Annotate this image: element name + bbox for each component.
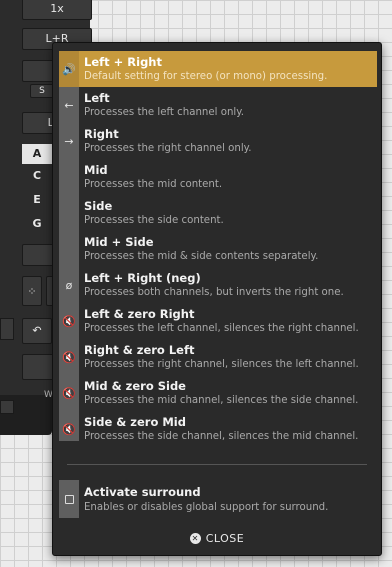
menu-item-title: Mid & zero Side: [84, 379, 186, 393]
menu-item-title: Left: [84, 91, 110, 105]
menu-item-desc: Processes the left channel only.: [84, 107, 245, 118]
menu-item-desc: Processes the left channel, silences the…: [84, 323, 359, 334]
menu-item-icon-slot: [59, 231, 79, 267]
menu-item-title: Mid + Side: [84, 235, 154, 249]
menu-item-title: Mid: [84, 163, 108, 177]
mute-icon: 🔇: [62, 350, 76, 364]
channel-mode-menu: 🔊 Left + Right Default setting for stereo …: [52, 42, 382, 556]
menu-item-desc: Processes the right channel only.: [84, 143, 252, 154]
mute-icon: 🔇: [62, 314, 76, 328]
checkbox-icon[interactable]: [59, 480, 79, 518]
menu-item[interactable]: Mid Processes the mid content.: [59, 159, 377, 195]
menu-item-desc: Processes the side channel, silences the…: [84, 431, 359, 442]
close-button[interactable]: ✕ CLOSE: [53, 527, 381, 549]
menu-item[interactable]: 🔊 Left + Right Default setting for stereo …: [59, 51, 377, 87]
mute-icon: 🔇: [62, 386, 76, 400]
menu-item[interactable]: 🔇 Side & zero Mid Processes the side chann…: [59, 411, 377, 447]
activate-surround-option[interactable]: Activate surround Enables or disables gl…: [59, 480, 377, 518]
menu-item-desc: Processes the mid channel, silences the …: [84, 395, 359, 406]
menu-item[interactable]: 🔇 Right & zero Left Processes the right ch…: [59, 339, 377, 375]
menu-item[interactable]: Mid + Side Processes the mid & side conte…: [59, 231, 377, 267]
speaker-icon: 🔊: [59, 51, 79, 87]
menu-item-icon-slot: [59, 159, 79, 195]
menu-item-desc: Processes the mid & side contents separa…: [84, 251, 319, 262]
menu-item[interactable]: 🔇 Mid & zero Side Processes the mid channe…: [59, 375, 377, 411]
menu-item-title: Left & zero Right: [84, 307, 195, 321]
grid-icon[interactable]: ⁘: [22, 276, 42, 306]
s-button[interactable]: S: [30, 84, 54, 98]
preset-e[interactable]: E: [22, 190, 52, 210]
surround-title: Activate surround: [84, 485, 201, 499]
menu-item-desc: Processes both channels, but inverts the…: [84, 287, 344, 298]
menu-item-desc: Default setting for stereo (or mono) pro…: [84, 71, 328, 82]
menu-item-title: Left + Right: [84, 55, 162, 69]
menu-item-title: Right: [84, 127, 119, 141]
menu-item[interactable]: ø Left + Right (neg) Processes both channe…: [59, 267, 377, 303]
menu-item-desc: Processes the mid content.: [84, 179, 223, 190]
arrow-left-icon: ←: [64, 98, 74, 112]
preset-a[interactable]: A: [22, 144, 52, 164]
menu-item-title: Left + Right (neg): [84, 271, 201, 285]
mute-icon: 🔇: [62, 422, 76, 436]
preset-g[interactable]: G: [22, 214, 52, 234]
menu-item[interactable]: Side Processes the side content.: [59, 195, 377, 231]
arrow-right-icon: →: [64, 134, 74, 148]
undo-icon[interactable]: ↶: [22, 318, 52, 344]
menu-item-title: Side: [84, 199, 113, 213]
menu-item-desc: Processes the right channel, silences th…: [84, 359, 359, 370]
close-label: CLOSE: [205, 531, 245, 545]
surround-desc: Enables or disables global support for s…: [84, 502, 329, 513]
menu-item[interactable]: ← Left Processes the left channel only.: [59, 87, 377, 123]
oversampling-button[interactable]: 1x: [22, 0, 92, 20]
phase-invert-icon: ø: [65, 278, 73, 292]
close-icon: ✕: [189, 532, 201, 544]
menu-item[interactable]: 🔇 Left & zero Right Processes the left cha…: [59, 303, 377, 339]
menu-item-title: Right & zero Left: [84, 343, 195, 357]
side-slot-1: [0, 318, 14, 340]
menu-item-desc: Processes the side content.: [84, 215, 224, 226]
preset-c[interactable]: C: [22, 166, 52, 186]
menu-divider: [67, 464, 367, 465]
side-slot-2: [0, 400, 14, 414]
menu-item[interactable]: → Right Processes the right channel only.: [59, 123, 377, 159]
menu-item-title: Side & zero Mid: [84, 415, 186, 429]
menu-item-icon-slot: [59, 195, 79, 231]
